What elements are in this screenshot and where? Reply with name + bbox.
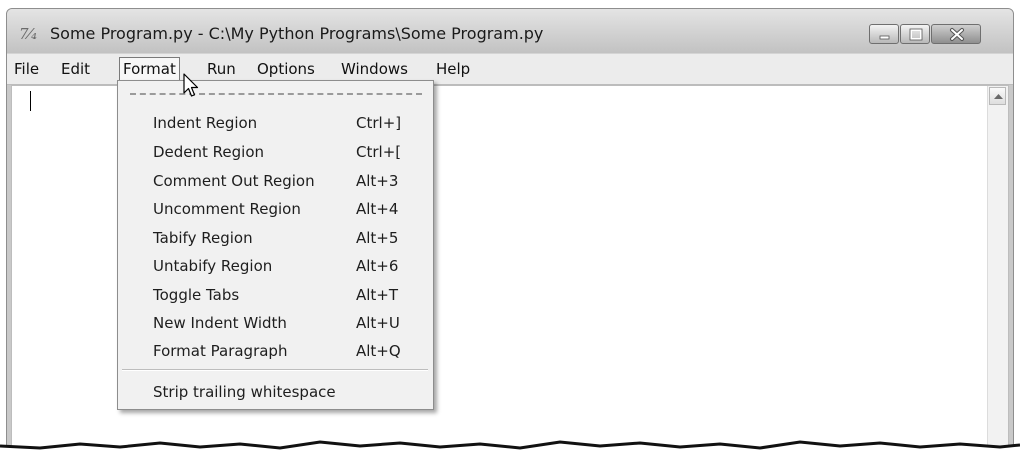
scroll-up-button[interactable] bbox=[989, 87, 1006, 105]
menu-item-label: Format Paragraph bbox=[153, 342, 288, 360]
menu-item-shortcut: Alt+6 bbox=[356, 257, 399, 275]
menu-item-new-indent-width[interactable]: New Indent Width Alt+U bbox=[153, 310, 423, 336]
menu-item-indent-region[interactable]: Indent Region Ctrl+] bbox=[153, 110, 423, 136]
menu-item-label: Tabify Region bbox=[153, 229, 253, 247]
menu-item-label: Uncomment Region bbox=[153, 200, 301, 218]
menu-item-comment-out-region[interactable]: Comment Out Region Alt+3 bbox=[153, 168, 423, 194]
menu-item-label: Strip trailing whitespace bbox=[153, 383, 336, 401]
menu-item-shortcut: Ctrl+] bbox=[356, 114, 402, 132]
menu-format[interactable]: Format bbox=[119, 57, 180, 81]
menu-edit[interactable]: Edit bbox=[61, 58, 90, 80]
maximize-button[interactable] bbox=[900, 24, 930, 44]
menu-options[interactable]: Options bbox=[257, 58, 315, 80]
menu-item-label: Untabify Region bbox=[153, 257, 273, 275]
close-icon bbox=[950, 28, 964, 41]
format-dropdown-menu: Indent Region Ctrl+] Dedent Region Ctrl+… bbox=[117, 80, 434, 410]
idle-app-icon: 7⁄₄ bbox=[19, 25, 38, 43]
menu-item-format-paragraph[interactable]: Format Paragraph Alt+Q bbox=[153, 338, 423, 364]
minimize-button[interactable] bbox=[869, 24, 899, 44]
menu-item-shortcut: Ctrl+[ bbox=[356, 143, 402, 161]
menu-item-label: New Indent Width bbox=[153, 314, 287, 332]
menu-run[interactable]: Run bbox=[207, 58, 236, 80]
menu-item-strip-trailing-whitespace[interactable]: Strip trailing whitespace bbox=[153, 379, 423, 405]
menu-windows[interactable]: Windows bbox=[341, 58, 408, 80]
menu-separator bbox=[122, 369, 428, 371]
mouse-pointer-icon bbox=[183, 73, 199, 97]
close-button[interactable] bbox=[931, 24, 981, 44]
menu-item-shortcut: Alt+Q bbox=[356, 342, 401, 360]
menu-item-shortcut: Alt+3 bbox=[356, 172, 399, 190]
menu-item-shortcut: Alt+5 bbox=[356, 229, 399, 247]
vertical-scrollbar[interactable] bbox=[987, 86, 1008, 471]
menu-item-shortcut: Alt+U bbox=[356, 314, 400, 332]
window-title: Some Program.py - C:\My Python Programs\… bbox=[50, 24, 544, 43]
tearoff-line[interactable] bbox=[130, 93, 422, 95]
minimize-icon bbox=[879, 35, 890, 40]
menu-item-label: Dedent Region bbox=[153, 143, 265, 161]
menu-item-toggle-tabs[interactable]: Toggle Tabs Alt+T bbox=[153, 282, 423, 308]
maximize-icon bbox=[909, 28, 923, 41]
text-caret bbox=[30, 91, 31, 111]
menu-item-shortcut: Alt+4 bbox=[356, 200, 399, 218]
menu-item-label: Indent Region bbox=[153, 114, 258, 132]
menu-item-label: Toggle Tabs bbox=[153, 286, 240, 304]
menu-help[interactable]: Help bbox=[436, 58, 470, 80]
menu-item-label: Comment Out Region bbox=[153, 172, 315, 190]
menu-item-shortcut: Alt+T bbox=[356, 286, 399, 304]
scroll-up-arrow-icon bbox=[994, 94, 1003, 99]
menu-item-tabify-region[interactable]: Tabify Region Alt+5 bbox=[153, 225, 423, 251]
menu-item-uncomment-region[interactable]: Uncomment Region Alt+4 bbox=[153, 196, 423, 222]
menu-item-dedent-region[interactable]: Dedent Region Ctrl+[ bbox=[153, 139, 423, 165]
title-bar[interactable]: 7⁄₄ Some Program.py - C:\My Python Progr… bbox=[7, 9, 1013, 53]
menu-file[interactable]: File bbox=[14, 58, 39, 80]
menu-item-untabify-region[interactable]: Untabify Region Alt+6 bbox=[153, 253, 423, 279]
torn-edge-decoration bbox=[0, 440, 1020, 473]
